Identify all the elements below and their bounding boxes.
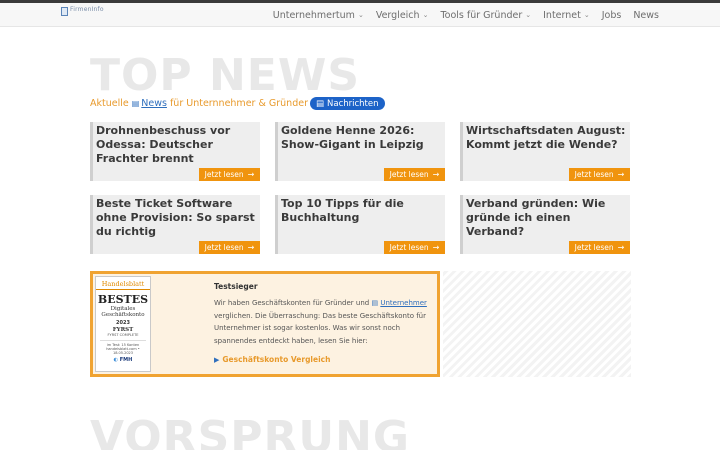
promo-text: Testsieger Wir haben Geschäftskonten für… [214,282,432,364]
award-test-logo-text: FMH [119,357,133,363]
logo-icon [61,7,68,16]
promo-title: Testsieger [214,282,258,291]
news-card-title[interactable]: Wirtschaftsdaten August: Kommt jetzt die… [466,124,626,152]
nav-item-unternehmertum[interactable]: Unternehmertum ⌄ [273,10,364,21]
nav-label: Jobs [601,9,622,21]
badge-label: Nachrichten [327,98,379,109]
promo-box: Handelsblatt BESTES Digitales Geschäftsk… [90,271,440,377]
arrow-right-icon: → [247,170,255,179]
ad-placeholder [443,271,631,377]
nav-label: Vergleich [375,9,420,21]
read-more-button[interactable]: Jetzt lesen → [384,168,445,181]
chevron-down-icon: ⌄ [525,11,532,19]
promo-body-part: Wir haben Geschäftskonten für Gründer un… [214,299,370,307]
section-title: VORSPRUNG [90,412,411,450]
nav-item-news[interactable]: News [633,10,659,21]
award-headline: BESTES [97,293,149,306]
subtitle-suffix: für Unternnehmer & Gründer [169,98,308,109]
arrow-right-icon: → [617,243,625,252]
chevron-down-icon: ⌄ [583,11,590,19]
award-test-logo: ◐ FMH [96,357,150,363]
read-more-label: Jetzt lesen [389,170,429,179]
award-fineprint: handelsblatt.com • 18.05.2023 [106,347,140,355]
news-card-title[interactable]: Beste Ticket Software ohne Provision: So… [96,197,256,239]
news-card-title[interactable]: Drohnenbeschuss vor Odessa: Deutscher Fr… [96,124,256,166]
arrow-right-icon: → [432,170,440,179]
news-badge[interactable]: ▤ Nachrichten [309,97,385,110]
award-divider [100,340,146,341]
award-product-sub: FYRST COMPLETE [107,333,139,337]
nav-label: News [633,9,659,21]
read-more-label: Jetzt lesen [574,170,614,179]
news-card[interactable]: Verband gründen: Wie gründe ich einen Ve… [460,195,630,254]
read-more-button[interactable]: Jetzt lesen → [384,241,445,254]
logo-text: FirmenInfo [70,6,104,13]
nav-item-jobs[interactable]: Jobs [602,10,622,21]
credit-card-icon: ▤ [371,299,379,307]
arrow-right-icon: → [432,243,440,252]
news-card[interactable]: Wirtschaftsdaten August: Kommt jetzt die… [460,122,630,181]
triangle-right-icon: ▶ [214,355,220,364]
promo-link-label: Geschäftskonto Vergleich [222,355,331,364]
news-card-title[interactable]: Goldene Henne 2026: Show-Gigant in Leipz… [281,124,441,152]
arrow-right-icon: → [617,170,625,179]
chevron-down-icon: ⌄ [357,11,364,19]
read-more-label: Jetzt lesen [574,243,614,252]
read-more-button[interactable]: Jetzt lesen → [199,241,260,254]
read-more-label: Jetzt lesen [204,170,244,179]
page-title: TOP NEWS [90,50,361,101]
arrow-right-icon: → [247,243,255,252]
read-more-button[interactable]: Jetzt lesen → [569,241,630,254]
news-card[interactable]: Beste Ticket Software ohne Provision: So… [90,195,260,254]
geschaeftskonto-vergleich-link[interactable]: ▶ Geschäftskonto Vergleich [214,355,432,364]
read-more-button[interactable]: Jetzt lesen → [199,168,260,181]
subtitle-prefix: Aktuelle [90,98,129,109]
chevron-down-icon: ⌄ [422,11,429,19]
site-header: FirmenInfo Unternehmertum ⌄ Vergleich ⌄ To… [0,3,720,27]
award-seal-image[interactable]: Handelsblatt BESTES Digitales Geschäftsk… [95,276,151,372]
site-logo[interactable]: FirmenInfo [61,6,104,18]
nav-label: Unternehmertum [272,9,355,21]
news-card-title[interactable]: Verband gründen: Wie gründe ich einen Ve… [466,197,626,239]
news-card[interactable]: Goldene Henne 2026: Show-Gigant in Leipz… [275,122,445,181]
newspaper-icon: ▤ [131,99,140,108]
nav-label: Tools für Gründer [440,9,523,21]
promo-body-part: verglichen. Die Überraschung: Das beste … [214,311,426,345]
promo-body: Wir haben Geschäftskonten für Gründer un… [214,297,432,347]
read-more-button[interactable]: Jetzt lesen → [569,168,630,181]
newspaper-icon: ▤ [315,98,325,109]
fmh-icon: ◐ [113,357,119,363]
award-year: 2023 [116,320,130,326]
read-more-label: Jetzt lesen [204,243,244,252]
nav-label: Internet [543,9,581,21]
unternehmer-link[interactable]: Unternehmer [380,299,427,307]
page-subtitle: Aktuelle ▤ News für Unternnehmer & Gründ… [90,97,385,110]
nav-item-internet[interactable]: Internet ⌄ [543,10,590,21]
award-publisher: Handelsblatt [96,280,150,290]
nav-item-tools[interactable]: Tools für Gründer ⌄ [440,10,531,21]
nav-item-vergleich[interactable]: Vergleich ⌄ [376,10,429,21]
award-line: Geschäftskonto [101,312,145,318]
news-card-title[interactable]: Top 10 Tipps für die Buchhaltung [281,197,441,225]
news-link[interactable]: News [141,98,167,109]
main-nav: Unternehmertum ⌄ Vergleich ⌄ Tools für Grü… [261,3,659,27]
news-card[interactable]: Drohnenbeschuss vor Odessa: Deutscher Fr… [90,122,260,181]
read-more-label: Jetzt lesen [389,243,429,252]
news-card[interactable]: Top 10 Tipps für die Buchhaltung Jetzt l… [275,195,445,254]
